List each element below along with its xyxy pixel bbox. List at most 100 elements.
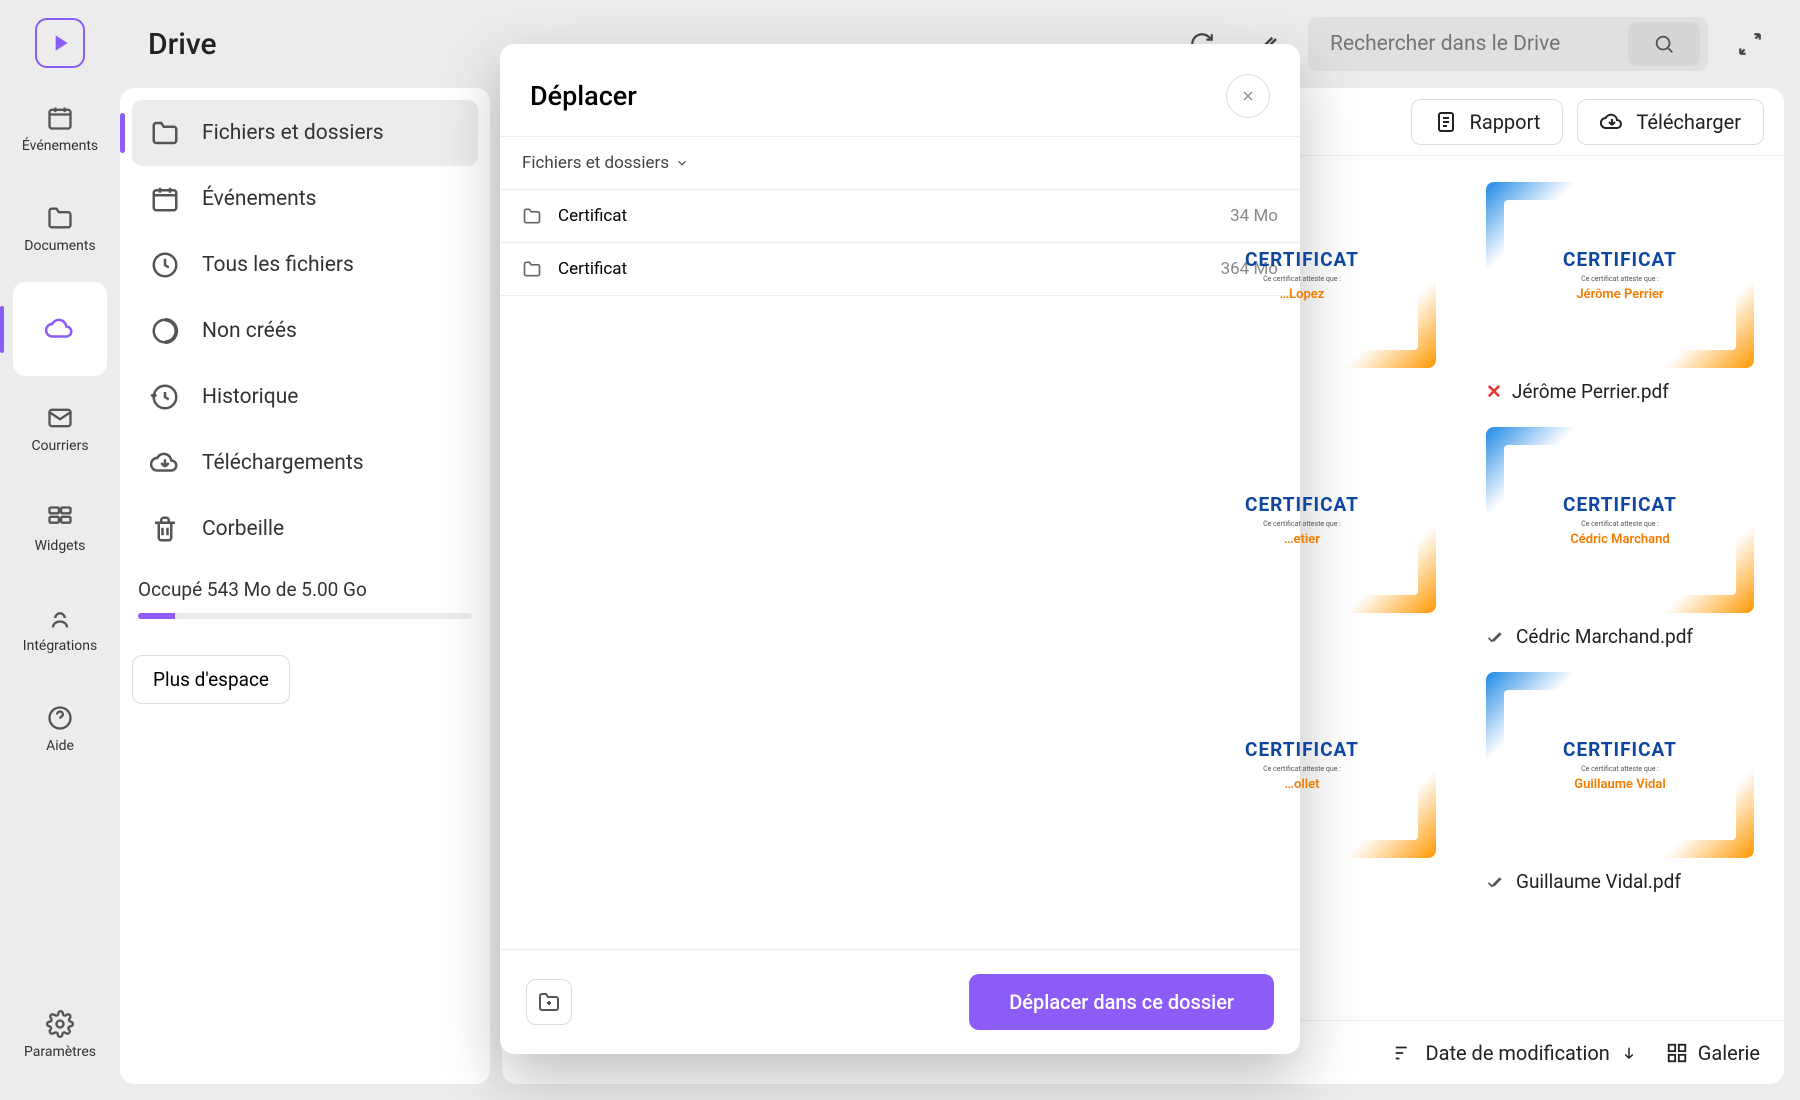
- new-folder-button[interactable]: [526, 979, 572, 1025]
- close-icon: [1240, 88, 1256, 104]
- mail-icon: [46, 404, 74, 432]
- progress-icon: [150, 316, 180, 346]
- arrow-down-icon: [1620, 1044, 1638, 1062]
- cert-sub: Ce certificat atteste que :: [1563, 520, 1677, 528]
- sidebar-label: Téléchargements: [202, 451, 364, 475]
- download-button[interactable]: Télécharger: [1577, 99, 1764, 145]
- rail-integrations[interactable]: Intégrations: [13, 582, 107, 676]
- rail-help[interactable]: Aide: [13, 682, 107, 776]
- cert-title: CERTIFICAT: [1245, 738, 1359, 761]
- rail-label: Documents: [24, 238, 95, 254]
- sidebar-label: Non créés: [202, 319, 297, 343]
- download-label: Télécharger: [1636, 110, 1741, 134]
- view-button[interactable]: Galerie: [1666, 1041, 1760, 1065]
- sidebar-label: Tous les fichiers: [202, 253, 354, 277]
- file-name-row: Cédric Marchand.pdf: [1486, 625, 1754, 648]
- cert-title: CERTIFICAT: [1245, 248, 1359, 271]
- file-thumbnail: CERTIFICAT Ce certificat atteste que : J…: [1486, 182, 1754, 368]
- rail-events[interactable]: Événements: [13, 82, 107, 176]
- nav-rail: Événements Documents Courriers Widgets I…: [0, 0, 120, 1100]
- sort-label: Date de modification: [1425, 1041, 1609, 1065]
- folder-plus-icon: [537, 990, 561, 1014]
- rail-label: Événements: [22, 138, 98, 154]
- breadcrumb-label: Fichiers et dossiers: [522, 153, 669, 173]
- folder-icon: [46, 204, 74, 232]
- check-icon: [1486, 627, 1506, 647]
- expand-icon: [1737, 31, 1763, 57]
- clock-icon: [150, 250, 180, 280]
- search-icon: [1653, 33, 1675, 55]
- folder-icon: [522, 206, 542, 226]
- file-card[interactable]: CERTIFICAT Ce certificat atteste que : G…: [1486, 672, 1754, 893]
- folder-icon: [150, 118, 180, 148]
- sidebar-item-history[interactable]: Historique: [132, 364, 478, 430]
- file-name-row: ✕ Jérôme Perrier.pdf: [1486, 380, 1754, 403]
- sidebar-item-trash[interactable]: Corbeille: [132, 496, 478, 562]
- trash-icon: [150, 514, 180, 544]
- help-icon: [46, 704, 74, 732]
- cert-name: …etier: [1245, 532, 1359, 547]
- rail-label: Paramètres: [24, 1044, 96, 1060]
- report-label: Rapport: [1470, 110, 1541, 134]
- app-logo[interactable]: [35, 18, 85, 68]
- rail-label: Intégrations: [23, 638, 97, 654]
- logo-icon: [47, 30, 73, 56]
- file-card[interactable]: CERTIFICAT Ce certificat atteste que : C…: [1486, 427, 1754, 648]
- cert-sub: Ce certificat atteste que :: [1245, 520, 1359, 528]
- cert-sub: Ce certificat atteste que :: [1245, 275, 1359, 283]
- sidebar-item-notcreated[interactable]: Non créés: [132, 298, 478, 364]
- cert-sub: Ce certificat atteste que :: [1245, 765, 1359, 773]
- file-name-row: Guillaume Vidal.pdf: [1486, 870, 1754, 893]
- search-field[interactable]: [1308, 17, 1708, 71]
- file-name: Cédric Marchand.pdf: [1516, 625, 1693, 648]
- modal-folder-row[interactable]: Certificat 34 Mo: [500, 189, 1300, 242]
- move-submit-button[interactable]: Déplacer dans ce dossier: [969, 974, 1274, 1030]
- sidebar-item-events[interactable]: Événements: [132, 166, 478, 232]
- sidebar-item-files[interactable]: Fichiers et dossiers: [132, 100, 478, 166]
- rail-drive[interactable]: [13, 282, 107, 376]
- calendar-icon: [46, 104, 74, 132]
- report-icon: [1434, 110, 1458, 134]
- rail-settings[interactable]: Paramètres: [13, 988, 107, 1082]
- cert-name: …Lopez: [1245, 287, 1359, 302]
- cert-sub: Ce certificat atteste que :: [1563, 275, 1677, 283]
- download-icon: [150, 448, 180, 478]
- file-thumbnail: CERTIFICAT Ce certificat atteste que : C…: [1486, 427, 1754, 613]
- file-name: Guillaume Vidal.pdf: [1516, 870, 1681, 893]
- report-button[interactable]: Rapport: [1411, 99, 1564, 145]
- modal-folder-list: Certificat 34 Mo Certificat 364 Mo: [500, 189, 1300, 949]
- check-icon: [1486, 872, 1506, 892]
- cert-title: CERTIFICAT: [1563, 248, 1677, 271]
- modal-close-button[interactable]: [1226, 74, 1270, 118]
- sidebar-item-all[interactable]: Tous les fichiers: [132, 232, 478, 298]
- sidebar-item-downloads[interactable]: Téléchargements: [132, 430, 478, 496]
- modal-folder-row[interactable]: Certificat 364 Mo: [500, 242, 1300, 296]
- search-button[interactable]: [1628, 22, 1700, 66]
- rail-mail[interactable]: Courriers: [13, 382, 107, 476]
- folder-icon: [522, 259, 542, 279]
- more-space-button[interactable]: Plus d'espace: [132, 655, 290, 704]
- file-card[interactable]: CERTIFICAT Ce certificat atteste que : J…: [1486, 182, 1754, 403]
- cloud-icon: [45, 314, 75, 344]
- sidebar: Fichiers et dossiers Événements Tous les…: [120, 88, 490, 1084]
- folder-name: Certificat: [558, 206, 1214, 226]
- view-label: Galerie: [1698, 1041, 1760, 1065]
- gear-icon: [46, 1010, 74, 1038]
- storage-bar: [138, 613, 472, 619]
- modal-breadcrumb[interactable]: Fichiers et dossiers: [500, 137, 1300, 189]
- search-input[interactable]: [1330, 32, 1628, 56]
- cert-name: …ollet: [1245, 777, 1359, 792]
- sidebar-label: Corbeille: [202, 517, 284, 541]
- folder-size: 34 Mo: [1230, 206, 1278, 226]
- sort-button[interactable]: Date de modification: [1393, 1041, 1637, 1065]
- rail-widgets[interactable]: Widgets: [13, 482, 107, 576]
- folder-name: Certificat: [558, 259, 1205, 279]
- sort-icon: [1393, 1042, 1415, 1064]
- widgets-icon: [46, 504, 74, 532]
- rail-documents[interactable]: Documents: [13, 182, 107, 276]
- expand-button[interactable]: [1728, 22, 1772, 66]
- sidebar-label: Fichiers et dossiers: [202, 121, 384, 145]
- cert-title: CERTIFICAT: [1563, 493, 1677, 516]
- cert-sub: Ce certificat atteste que :: [1563, 765, 1677, 773]
- file-thumbnail: CERTIFICAT Ce certificat atteste que : G…: [1486, 672, 1754, 858]
